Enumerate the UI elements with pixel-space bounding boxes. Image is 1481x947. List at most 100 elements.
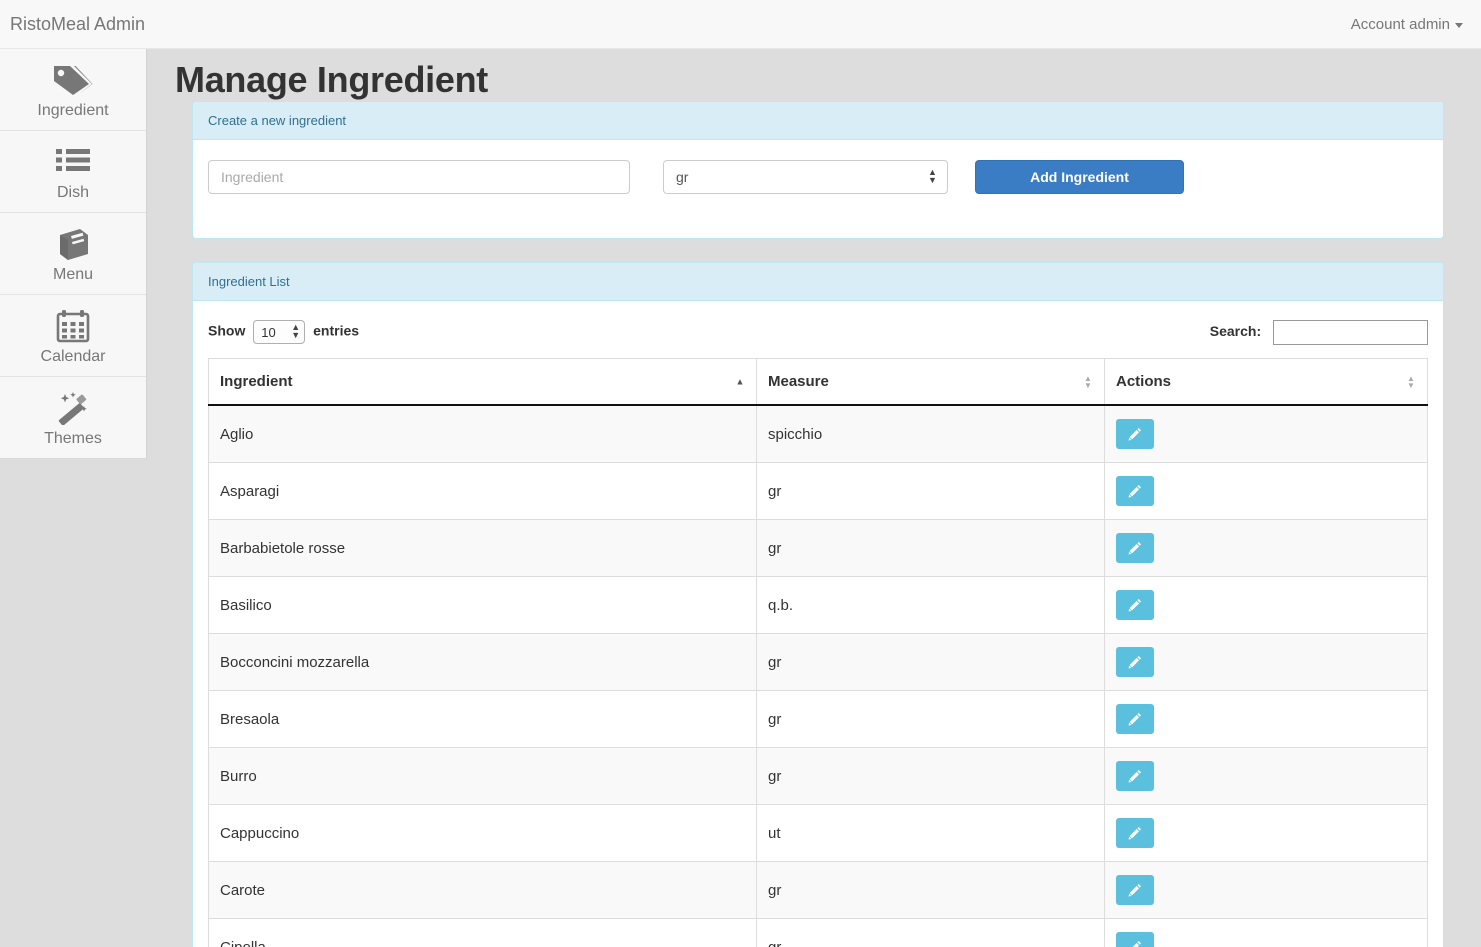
table-row: Agliospicchio: [209, 405, 1428, 463]
pencil-icon: [1128, 654, 1142, 669]
sidebar-item-dish[interactable]: Dish: [0, 131, 146, 213]
ingredient-name-input[interactable]: [208, 160, 630, 194]
show-label: Show: [208, 323, 245, 339]
measure-select[interactable]: grmlq.b.utspicchio: [663, 160, 948, 194]
cell-actions: [1105, 463, 1428, 520]
edit-button[interactable]: [1116, 533, 1154, 563]
cell-actions: [1105, 405, 1428, 463]
ingredient-list-panel: Ingredient List Show 102550100 ▲▼ entrie…: [192, 262, 1444, 947]
cell-ingredient: Burro: [209, 748, 757, 805]
sidebar-item-calendar[interactable]: Calendar: [0, 295, 146, 377]
sidebar-item-label: Themes: [0, 430, 146, 448]
create-ingredient-panel: Create a new ingredient grmlq.b.utspicch…: [192, 101, 1444, 239]
edit-button[interactable]: [1116, 818, 1154, 848]
column-label: Actions: [1116, 373, 1171, 390]
cell-measure: gr: [757, 748, 1105, 805]
sidebar-item-menu[interactable]: Menu: [0, 213, 146, 295]
cell-measure: gr: [757, 862, 1105, 919]
list-panel-title: Ingredient List: [208, 274, 1428, 289]
create-panel-title: Create a new ingredient: [208, 113, 1428, 128]
search-control: Search:: [1210, 320, 1428, 345]
column-label: Ingredient: [220, 373, 293, 390]
table-controls: Show 102550100 ▲▼ entries Search:: [208, 316, 1428, 348]
account-menu[interactable]: Account admin: [1351, 15, 1463, 35]
cell-measure: ut: [757, 805, 1105, 862]
page-title: Manage Ingredient: [148, 49, 1481, 101]
account-menu-label: Account admin: [1351, 16, 1450, 33]
pencil-icon: [1128, 768, 1142, 783]
cell-actions: [1105, 805, 1428, 862]
calendar-icon: [0, 307, 146, 345]
add-ingredient-button[interactable]: Add Ingredient: [975, 160, 1184, 194]
edit-button[interactable]: [1116, 875, 1154, 905]
table-row: Bocconcini mozzarellagr: [209, 634, 1428, 691]
pencil-icon: [1128, 711, 1142, 726]
create-panel-heading: Create a new ingredient: [193, 102, 1443, 140]
cell-ingredient: Bocconcini mozzarella: [209, 634, 757, 691]
pencil-icon: [1128, 939, 1142, 947]
table-row: Carotegr: [209, 862, 1428, 919]
cell-measure: gr: [757, 919, 1105, 947]
search-input[interactable]: [1273, 320, 1428, 345]
list-panel-heading: Ingredient List: [193, 263, 1443, 301]
table-header-row: Ingredient ▲ Measure ▲▼ Actions ▲▼: [209, 359, 1428, 406]
cell-ingredient: Basilico: [209, 577, 757, 634]
cell-measure: q.b.: [757, 577, 1105, 634]
edit-button[interactable]: [1116, 647, 1154, 677]
cell-ingredient: Barbabietole rosse: [209, 520, 757, 577]
edit-button[interactable]: [1116, 476, 1154, 506]
pencil-icon: [1128, 426, 1142, 441]
sidebar-item-label: Menu: [0, 266, 146, 284]
edit-button[interactable]: [1116, 761, 1154, 791]
cell-actions: [1105, 691, 1428, 748]
sidebar-item-themes[interactable]: Themes: [0, 377, 146, 459]
table-row: Cappuccinout: [209, 805, 1428, 862]
cell-ingredient: Asparagi: [209, 463, 757, 520]
search-label: Search:: [1210, 323, 1261, 339]
cell-measure: gr: [757, 691, 1105, 748]
sort-none-icon: ▲▼: [1406, 375, 1416, 389]
entries-label: entries: [313, 323, 359, 339]
sidebar-item-ingredient[interactable]: Ingredient: [0, 49, 146, 131]
cell-measure: gr: [757, 520, 1105, 577]
tag-icon: [0, 61, 146, 99]
pencil-icon: [1128, 825, 1142, 840]
cell-ingredient: Carote: [209, 862, 757, 919]
edit-button[interactable]: [1116, 704, 1154, 734]
table-head: Ingredient ▲ Measure ▲▼ Actions ▲▼: [209, 359, 1428, 406]
top-navbar: RistoMeal Admin Account admin: [0, 0, 1481, 49]
list-icon: [0, 143, 146, 181]
cell-actions: [1105, 520, 1428, 577]
cell-actions: [1105, 748, 1428, 805]
sidebar: Ingredient Dish Menu: [0, 49, 147, 459]
edit-button[interactable]: [1116, 932, 1154, 947]
cell-actions: [1105, 919, 1428, 947]
cell-ingredient: Aglio: [209, 405, 757, 463]
caret-down-icon: [1455, 23, 1463, 28]
column-header-ingredient[interactable]: Ingredient ▲: [209, 359, 757, 406]
edit-button[interactable]: [1116, 419, 1154, 449]
list-panel-body: Show 102550100 ▲▼ entries Search:: [193, 301, 1443, 947]
create-panel-body: grmlq.b.utspicchio ▲▼ Add Ingredient: [193, 140, 1443, 238]
book-icon: [0, 225, 146, 263]
ingredient-table: Ingredient ▲ Measure ▲▼ Actions ▲▼ Ag: [208, 358, 1428, 947]
table-row: Bresaolagr: [209, 691, 1428, 748]
entries-length-select[interactable]: 102550100: [253, 320, 305, 344]
app-brand[interactable]: RistoMeal Admin: [10, 13, 145, 35]
magic-wand-icon: [0, 389, 146, 427]
cell-ingredient: Cipolla: [209, 919, 757, 947]
column-header-measure[interactable]: Measure ▲▼: [757, 359, 1105, 406]
cell-actions: [1105, 577, 1428, 634]
table-row: Asparagigr: [209, 463, 1428, 520]
pencil-icon: [1128, 597, 1142, 612]
create-ingredient-form: grmlq.b.utspicchio ▲▼ Add Ingredient: [208, 155, 1428, 223]
edit-button[interactable]: [1116, 590, 1154, 620]
table-row: Cipollagr: [209, 919, 1428, 947]
measure-select-wrapper: grmlq.b.utspicchio ▲▼: [663, 160, 948, 194]
cell-measure: spicchio: [757, 405, 1105, 463]
table-row: Basilicoq.b.: [209, 577, 1428, 634]
cell-actions: [1105, 862, 1428, 919]
table-row: Burrogr: [209, 748, 1428, 805]
pencil-icon: [1128, 483, 1142, 498]
column-header-actions[interactable]: Actions ▲▼: [1105, 359, 1428, 406]
